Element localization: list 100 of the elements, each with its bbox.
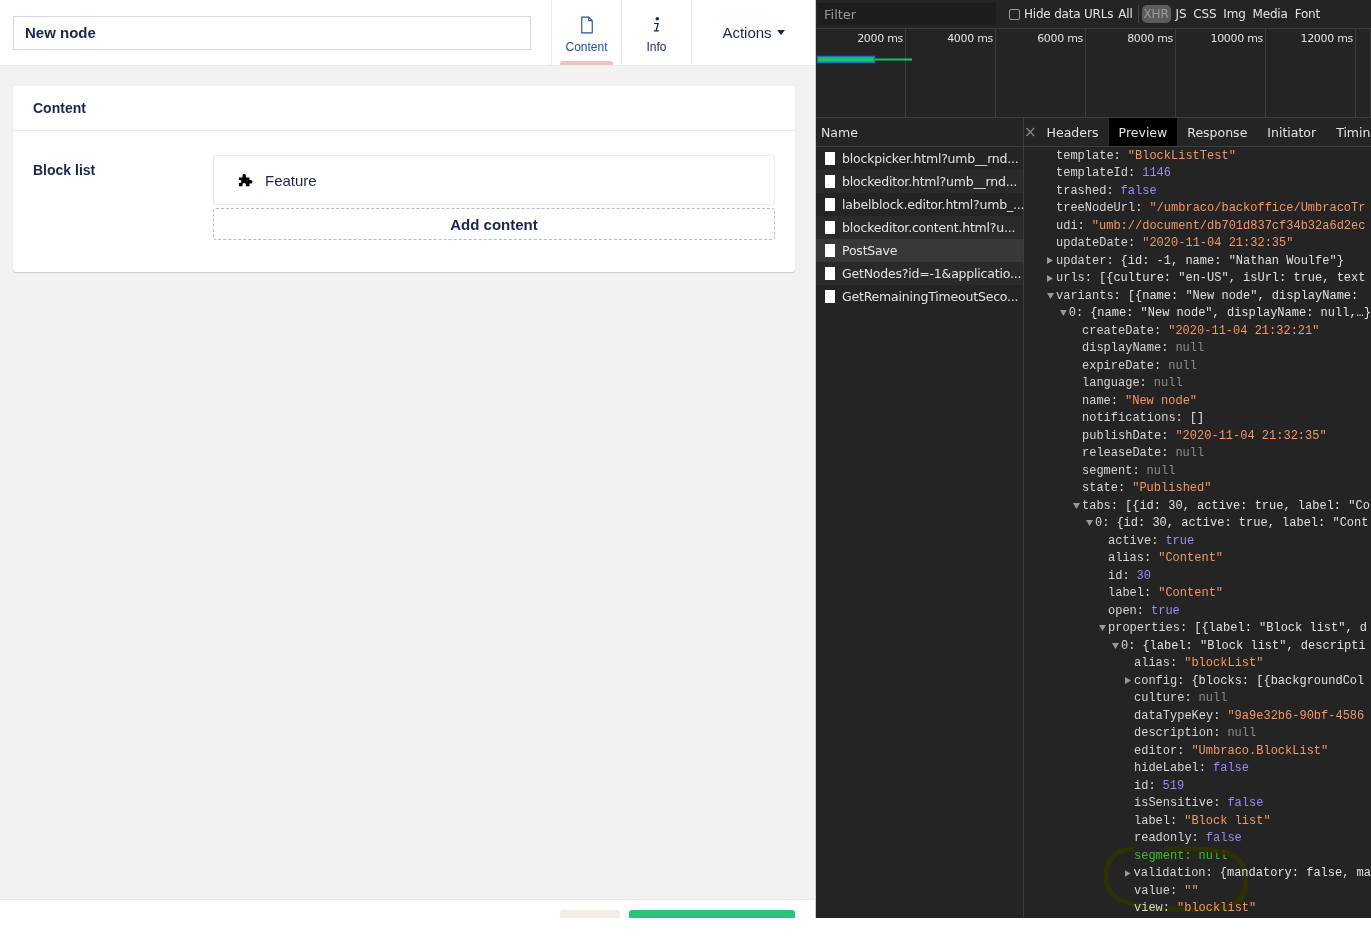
expanded-triangle-icon[interactable] — [1112, 642, 1119, 649]
request-row[interactable]: blockeditor.html?umb__rnd... — [816, 170, 1023, 193]
json-key: state: — [1082, 481, 1126, 496]
json-key: name: — [1082, 393, 1118, 408]
json-value: null — [1175, 446, 1205, 461]
type-filter[interactable]: Img — [1221, 5, 1248, 23]
timeline-tick: 6000 ms — [1037, 31, 1084, 45]
json-key: variants: — [1056, 288, 1121, 303]
type-filter[interactable]: Font — [1292, 5, 1322, 23]
actions-button[interactable]: Actions — [691, 0, 815, 65]
json-key: culture: — [1134, 691, 1192, 706]
request-row[interactable]: GetNodes?id=-1&applicatio... — [816, 262, 1023, 285]
json-key: isSensitive: — [1134, 796, 1221, 811]
file-icon — [825, 267, 835, 280]
expanded-triangle-icon[interactable] — [1086, 520, 1093, 527]
json-value: null — [1175, 341, 1205, 356]
request-row[interactable]: blockpicker.html?umb__rnd... — [816, 147, 1023, 170]
json-value: {blocks: [{backgroundCol — [1191, 673, 1365, 688]
request-row[interactable]: labelblock.editor.html?umb_... — [816, 193, 1023, 216]
collapsed-triangle-icon[interactable] — [1047, 257, 1053, 265]
collapsed-triangle-icon[interactable] — [1125, 677, 1131, 685]
json-key: validation: — [1133, 866, 1213, 881]
json-value: "Published" — [1132, 481, 1212, 496]
type-filter[interactable]: JS — [1173, 5, 1189, 23]
json-key: description: — [1134, 726, 1221, 741]
request-row[interactable]: PostSave — [816, 239, 1023, 262]
json-key: displayName: — [1082, 341, 1169, 356]
json-value: {label: "Block list", descripti — [1142, 638, 1366, 653]
type-filter[interactable]: CSS — [1191, 5, 1219, 23]
json-value: null — [1153, 376, 1183, 391]
json-value: false — [1227, 796, 1264, 811]
json-key: hideLabel: — [1134, 761, 1206, 776]
json-key: open: — [1108, 603, 1144, 618]
json-value: "Block list" — [1184, 813, 1271, 828]
detail-tab[interactable]: Initiator — [1257, 118, 1327, 146]
collapsed-triangle-icon[interactable] — [1125, 869, 1131, 877]
node-name-field[interactable]: New node — [13, 15, 531, 50]
block-item[interactable]: Feature — [213, 155, 775, 205]
close-button[interactable]: × — [1024, 118, 1037, 146]
json-value: "2020-11-04 21:32:21" — [1168, 323, 1320, 338]
collapsed-triangle-icon[interactable] — [1047, 274, 1053, 282]
file-icon — [825, 244, 835, 257]
json-value: [{label: "Block list", d — [1194, 621, 1368, 636]
json-key: id: — [1108, 568, 1130, 583]
json-key: label: — [1108, 586, 1152, 601]
expanded-triangle-icon[interactable] — [1047, 292, 1054, 299]
column-header: Name — [816, 118, 1023, 147]
file-icon — [825, 290, 835, 303]
json-value: "2020-11-04 21:32:35" — [1142, 236, 1294, 251]
json-key: segment: — [1082, 463, 1140, 478]
json-value: null — [1198, 848, 1228, 863]
detail-tab[interactable]: Preview — [1108, 118, 1178, 146]
json-key: 0: — [1068, 306, 1084, 321]
type-filter[interactable]: Media — [1250, 5, 1290, 23]
puzzle-icon — [236, 173, 255, 187]
detail-tab[interactable]: Headers — [1036, 118, 1109, 146]
json-key: dataTypeKey: — [1134, 708, 1221, 723]
json-value: false — [1120, 183, 1157, 198]
json-value: "2020-11-04 21:32:35" — [1175, 428, 1327, 443]
json-key: notifications: — [1082, 411, 1183, 426]
json-value: true — [1165, 533, 1195, 548]
group-title: Content — [13, 86, 795, 131]
json-key: templateId: — [1056, 166, 1136, 181]
json-key: editor: — [1134, 743, 1185, 758]
property-label: Block list — [33, 161, 97, 180]
file-icon — [825, 152, 835, 165]
json-value: "BlockListTest" — [1127, 148, 1236, 163]
json-key: expireDate: — [1082, 358, 1162, 373]
add-content-button[interactable]: Add content — [213, 208, 775, 240]
file-icon — [825, 198, 835, 211]
json-value: false — [1205, 831, 1242, 846]
json-value: "blockList" — [1184, 656, 1264, 671]
json-value: [{culture: "en-US", isUrl: true, text — [1099, 271, 1366, 286]
detail-tab[interactable]: Response — [1177, 118, 1258, 146]
json-key: 0: — [1121, 638, 1136, 653]
json-value: "9a9e32b6-90bf-4586 — [1227, 708, 1365, 723]
request-row[interactable]: blockeditor.content.html?u... — [816, 216, 1023, 239]
json-value: null — [1168, 358, 1198, 373]
json-value: "" — [1184, 883, 1199, 898]
expanded-triangle-icon[interactable] — [1099, 625, 1106, 632]
expanded-triangle-icon[interactable] — [1060, 310, 1067, 317]
file-icon — [825, 221, 835, 234]
editor-tab[interactable]: Content — [551, 0, 621, 65]
timeline-tick: 10000 ms — [1210, 31, 1264, 45]
expanded-triangle-icon[interactable] — [1073, 502, 1080, 509]
editor-tab[interactable]: Info — [621, 0, 691, 65]
json-key: template: — [1056, 148, 1121, 163]
json-key: updateDate: — [1056, 236, 1136, 251]
json-value: "Content" — [1158, 551, 1224, 566]
filter-field[interactable]: Filter — [818, 3, 996, 25]
json-key: alias: — [1134, 656, 1178, 671]
timeline-tick: 4000 ms — [947, 31, 994, 45]
json-value: null — [1146, 463, 1176, 478]
hide-data-urls-checkbox[interactable]: Hide data URLs — [1009, 7, 1114, 21]
detail-tab[interactable]: Timin — [1326, 118, 1371, 146]
json-value: [{name: "New node", displayName: — [1127, 288, 1359, 303]
json-value: {id: -1, name: "Nathan Woulfe"} — [1120, 253, 1344, 268]
request-row[interactable]: GetRemainingTimeoutSeco... — [816, 285, 1023, 308]
type-filter[interactable]: All — [1116, 5, 1135, 23]
json-value: "Umbraco.BlockList" — [1191, 743, 1329, 758]
